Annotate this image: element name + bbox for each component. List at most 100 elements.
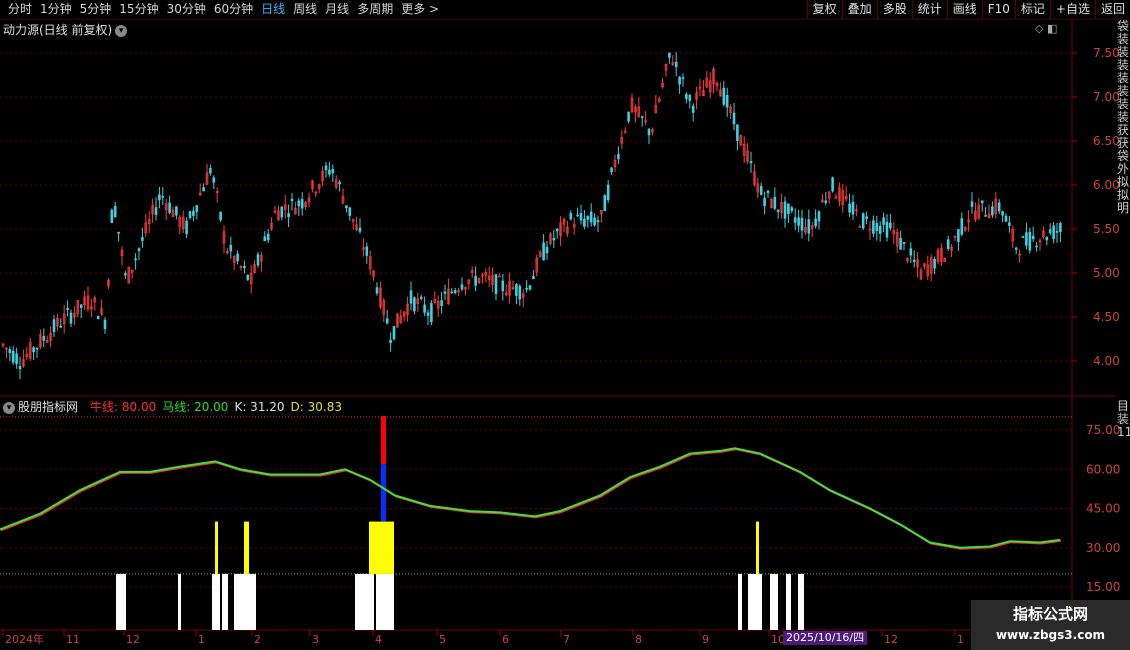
candle-body: [722, 87, 726, 105]
candle-body: [290, 198, 294, 202]
candle-body: [1008, 222, 1011, 226]
candle-body: [946, 239, 950, 250]
candle-body: [256, 254, 260, 266]
candle-body: [453, 290, 457, 293]
candle-body: [96, 316, 100, 320]
candle-body: [263, 236, 267, 242]
right-side-labels: 袋装装装装装装装获获袋外拟拟明: [1117, 20, 1130, 215]
candle-body: [389, 339, 392, 343]
k-line: [0, 447, 1061, 549]
signal-bar-white: [178, 573, 181, 630]
candle-body: [532, 275, 535, 280]
signal-bar-yellow: [756, 521, 759, 574]
candle-body: [902, 242, 906, 244]
candle-body: [69, 312, 73, 324]
candle-body: [365, 246, 369, 256]
signal-bar-white: [786, 573, 791, 630]
candle-body: [848, 203, 851, 213]
candle-body: [501, 280, 505, 292]
watermark: 指标公式网 www.zbgs3.com: [971, 600, 1130, 650]
candle-body: [287, 213, 290, 217]
x-tick-label: 2024年: [5, 632, 44, 646]
candle-body: [749, 161, 753, 164]
price-tick-label: 6.50: [1093, 134, 1120, 148]
candle-body: [579, 212, 583, 221]
x-tick-label: 1: [198, 633, 205, 646]
candle-body: [875, 223, 879, 232]
signal-bar-white: [116, 573, 126, 630]
candle-body: [158, 194, 161, 201]
signal-bar-red: [381, 416, 386, 465]
signal-bar-white: [748, 573, 762, 630]
x-tick-label: 4: [375, 633, 382, 646]
candle-body: [494, 274, 498, 294]
signal-bar-yellow: [215, 521, 218, 574]
candle-body: [1021, 236, 1025, 238]
candle-body: [385, 318, 389, 324]
candle-body: [331, 169, 335, 174]
candle-body: [603, 195, 607, 212]
candle-body: [606, 184, 610, 201]
candle-body: [997, 202, 1001, 212]
candle-body: [542, 242, 545, 261]
candle-body: [610, 167, 613, 173]
candle-body: [243, 265, 246, 269]
candle-body: [797, 217, 800, 226]
price-tick-label: 6.00: [1093, 178, 1120, 192]
right-side-labels-lower: 目装1111111: [1117, 400, 1130, 439]
candle-body: [338, 181, 341, 185]
candle-body: [1014, 247, 1018, 250]
candle-body: [419, 296, 423, 299]
candle-body: [392, 326, 396, 340]
x-tick-label: 12: [884, 633, 898, 646]
candle-body: [35, 347, 39, 350]
candle-body: [817, 211, 821, 222]
legend-item-3: D: 30.83: [290, 400, 342, 414]
candle-body: [970, 201, 974, 207]
candle-body: [545, 246, 549, 254]
candle-body: [793, 217, 797, 223]
signal-bar-yellow: [244, 521, 249, 574]
indicator-legend: 牛线: 80.00 马线: 20.00 K: 31.20 D: 30.83: [84, 400, 348, 414]
candle-body: [413, 297, 416, 312]
candle-body: [188, 211, 192, 219]
x-tick-label: 6: [502, 633, 509, 646]
candle-body: [426, 312, 430, 316]
signal-bar-white: [355, 573, 374, 630]
candle-body: [589, 211, 593, 223]
candle-body: [103, 319, 107, 329]
candle-body: [328, 169, 331, 175]
candle-body: [957, 229, 960, 242]
candle-body: [586, 215, 590, 220]
candle-body: [236, 253, 239, 262]
indicator-name: 股朋指标网: [18, 400, 79, 414]
candle-body: [141, 237, 144, 241]
candle-body: [759, 186, 763, 195]
d-line: [0, 448, 1062, 550]
candle-body: [15, 353, 18, 365]
x-tick-label: 3: [312, 633, 319, 646]
x-tick-label: 11: [66, 633, 80, 646]
price-tick-label: 7.50: [1093, 46, 1120, 60]
x-tick-label: 5: [439, 633, 446, 646]
signal-bar-white: [222, 573, 228, 630]
candle-body: [681, 77, 685, 79]
candle-body: [790, 207, 794, 211]
candle-body: [124, 273, 127, 276]
candle-body: [991, 206, 994, 216]
candle-body: [1048, 229, 1052, 234]
candle-body: [668, 52, 671, 58]
candle-body: [430, 303, 433, 323]
signal-bar-white: [234, 573, 256, 630]
candle-body: [865, 216, 868, 219]
candle-body: [1059, 222, 1062, 233]
candle-body: [266, 233, 270, 241]
candle-body: [348, 207, 352, 216]
price-tick-label: 4.50: [1093, 310, 1120, 324]
candle-body: [440, 300, 443, 306]
candle-body: [552, 237, 556, 241]
candle-body: [773, 197, 777, 209]
chevron-down-icon[interactable]: ▾: [3, 401, 15, 414]
x-tick-label: 7: [563, 633, 570, 646]
candle-body: [209, 167, 212, 174]
